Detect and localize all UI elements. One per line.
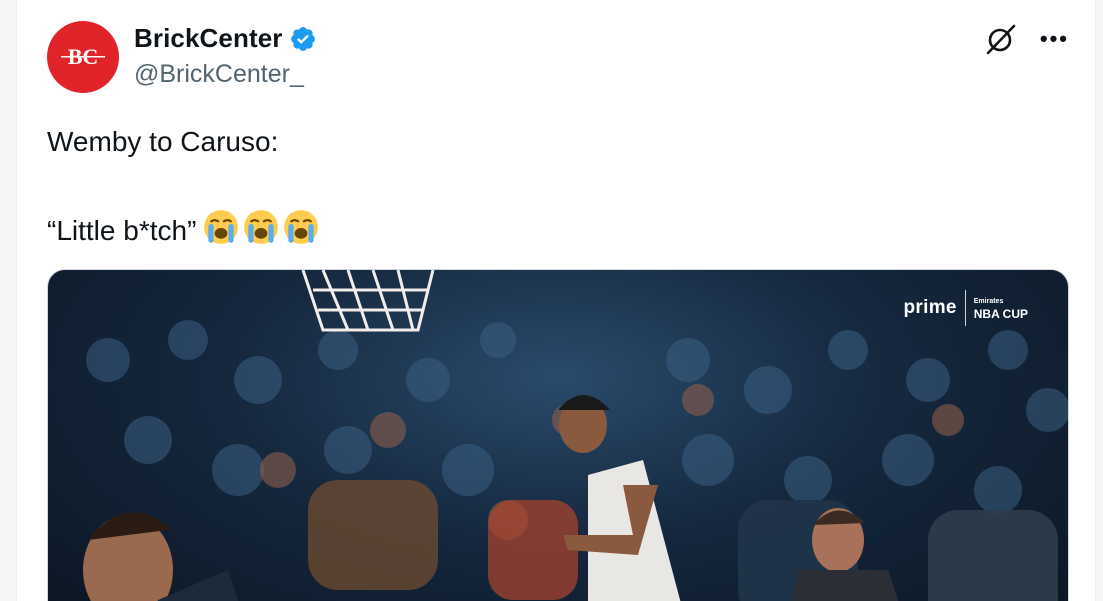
video-watermark: prime Emirates NBA CUP: [904, 290, 1028, 326]
quote-text: “Little b*tch”: [47, 215, 197, 246]
display-name[interactable]: BrickCenter: [134, 23, 283, 54]
loudly-crying-face-icon: [204, 210, 239, 244]
user-handle[interactable]: @BrickCenter_: [134, 60, 304, 89]
tweet-text: Wemby to Caruso: “Little b*tch”: [47, 120, 320, 253]
avatar[interactable]: BC: [47, 21, 119, 93]
brickcenter-logo: BC: [61, 44, 105, 69]
verified-badge-icon[interactable]: [289, 25, 317, 53]
tweet-line-2: “Little b*tch”: [47, 208, 320, 253]
tweet-line-1: Wemby to Caruso:: [47, 126, 279, 157]
emoji-group: [202, 208, 320, 246]
more-options-icon[interactable]: •••: [1040, 26, 1069, 52]
prime-watermark: prime: [903, 297, 957, 318]
grok-icon[interactable]: [984, 22, 1018, 56]
nba-cup-watermark: Emirates NBA CUP: [973, 298, 1028, 321]
media-video[interactable]: prime Emirates NBA CUP: [47, 269, 1069, 601]
tweet-card[interactable]: BC BrickCenter @BrickCenter_ ••• Wemby t…: [16, 0, 1096, 601]
loudly-crying-face-icon: [244, 210, 279, 244]
loudly-crying-face-icon: [284, 210, 319, 244]
